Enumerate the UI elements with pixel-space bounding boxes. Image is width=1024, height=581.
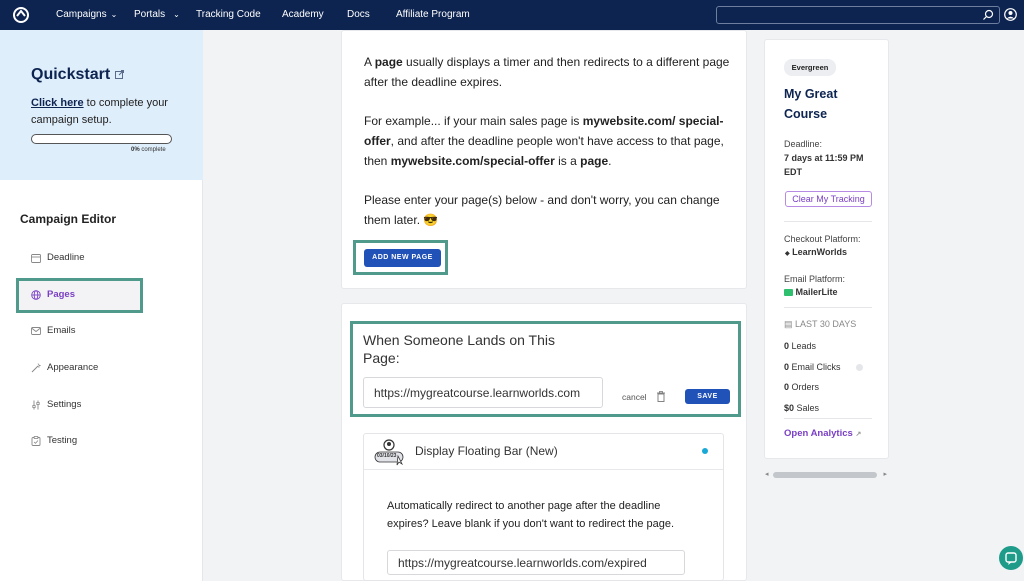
- sidebar-item-deadline[interactable]: Deadline: [31, 251, 151, 265]
- status-dot: [702, 448, 708, 454]
- nav-tracking-code[interactable]: Tracking Code: [196, 0, 261, 30]
- wand-icon: [31, 363, 41, 373]
- deadline-value: 7 days at 11:59 PM EDT: [784, 153, 864, 177]
- course-title: My Great Course: [784, 87, 838, 121]
- sidebar-item-emails[interactable]: Emails: [31, 324, 131, 338]
- quickstart-link[interactable]: Click here: [31, 97, 84, 109]
- chevron-down-icon: ⌄: [110, 10, 118, 19]
- floating-bar-description: Automatically redirect to another page a…: [387, 500, 675, 530]
- period-label: ▤ LAST 30 DAYS: [784, 319, 857, 329]
- open-analytics-link[interactable]: Open Analytics ↗: [784, 428, 861, 439]
- clear-tracking-button[interactable]: Clear My Tracking: [785, 191, 872, 207]
- chart-icon: ▤: [784, 319, 793, 329]
- chat-icon: [1005, 552, 1017, 565]
- info-dot-icon: [856, 364, 863, 371]
- stat-email-clicks: 0 Email Clicks: [784, 362, 841, 372]
- nav-docs[interactable]: Docs: [347, 0, 370, 30]
- landing-title: When Someone Lands on This Page:: [363, 332, 555, 366]
- sidebar-item-appearance[interactable]: Appearance: [31, 361, 131, 375]
- evergreen-badge: Evergreen: [784, 59, 836, 76]
- floating-bar-card: 03/10/23 Display Floating Bar (New) Auto…: [363, 433, 724, 581]
- intro-paragraph-3: Please enter your page(s) below - and do…: [364, 193, 720, 227]
- divider: [784, 418, 872, 419]
- globe-icon: [31, 290, 41, 300]
- scroll-left-icon[interactable]: ◂: [765, 470, 769, 478]
- redirect-url-input[interactable]: https://mygreatcourse.learnworlds.com/ex…: [387, 550, 685, 575]
- campaign-editor-title: Campaign Editor: [20, 212, 117, 226]
- mail-icon: [31, 327, 41, 335]
- nav-campaigns[interactable]: Campaigns ⌄: [56, 0, 117, 30]
- quickstart-text: Click here to complete your campaign set…: [31, 97, 168, 126]
- stat-orders: 0 Orders: [784, 382, 820, 392]
- scroll-right-icon[interactable]: ▸: [883, 470, 887, 478]
- sliders-icon: [32, 400, 40, 410]
- deadline-label: Deadline:: [784, 139, 823, 149]
- nav-affiliate-program[interactable]: Affiliate Program: [396, 0, 470, 30]
- sidebar: Quickstart Click here to complete your c…: [0, 30, 203, 581]
- floating-bar-title: Display Floating Bar (New): [415, 444, 558, 458]
- quickstart-progress-bar: [31, 134, 172, 144]
- intro-paragraph-2: For example... if your main sales page i…: [364, 114, 724, 168]
- landing-url-input[interactable]: https://mygreatcourse.learnworlds.com: [363, 377, 603, 408]
- progress-label: 0% complete: [131, 147, 166, 153]
- email-platform-value: MailerLite: [784, 285, 884, 299]
- sidebar-item-settings[interactable]: Settings: [31, 398, 131, 412]
- checkout-platform-label: Checkout Platform:: [784, 234, 861, 244]
- divider: [784, 307, 872, 308]
- top-nav: Campaigns ⌄ Portals ⌄ Tracking Code Academ…: [0, 0, 1024, 30]
- calendar-icon: [31, 254, 41, 263]
- stat-leads: 0 Leads: [784, 341, 817, 351]
- intro-card: A page usually displays a timer and then…: [341, 30, 747, 289]
- quickstart-panel: Quickstart Click here to complete your c…: [0, 30, 203, 180]
- nav-academy[interactable]: Academy: [282, 0, 324, 30]
- logo-icon[interactable]: [12, 6, 30, 24]
- chevron-down-icon: ⌄: [173, 10, 180, 19]
- trash-icon[interactable]: [656, 391, 666, 402]
- floating-bar-header[interactable]: 03/10/23 Display Floating Bar (New): [364, 434, 723, 470]
- quickstart-title: Quickstart: [31, 66, 111, 83]
- search-icon[interactable]: [982, 9, 994, 21]
- mailerlite-icon: [784, 289, 793, 297]
- clipboard-icon: [31, 436, 41, 446]
- scrollbar-thumb[interactable]: [773, 472, 877, 478]
- save-button[interactable]: SAVE: [685, 389, 730, 404]
- sidebar-item-testing[interactable]: Testing: [31, 434, 131, 448]
- divider: [784, 221, 872, 222]
- user-account-icon[interactable]: [1004, 8, 1017, 21]
- chat-widget-button[interactable]: [999, 546, 1023, 570]
- learnworlds-icon: ◆: [785, 251, 790, 257]
- nav-portals[interactable]: Portals ⌄: [134, 0, 180, 30]
- email-platform-label: Email Platform:: [784, 274, 846, 284]
- floating-bar-icon-date: 03/10/23: [377, 453, 397, 459]
- sidebar-item-pages[interactable]: Pages: [31, 288, 131, 302]
- search-input[interactable]: [716, 6, 1000, 24]
- external-link-icon: ↗: [855, 431, 862, 438]
- stat-sales: $0 Sales: [784, 403, 820, 413]
- calendar-user-icon: [374, 439, 404, 466]
- cancel-button[interactable]: cancel: [622, 392, 647, 402]
- external-link-icon[interactable]: [115, 70, 124, 79]
- checkout-platform-value: ◆ LearnWorlds: [785, 247, 847, 257]
- intro-paragraph-1: A page usually displays a timer and then…: [364, 55, 730, 89]
- panel-scrollbar[interactable]: ◂ ▸: [764, 470, 888, 480]
- add-new-page-button[interactable]: ADD NEW PAGE: [364, 249, 441, 267]
